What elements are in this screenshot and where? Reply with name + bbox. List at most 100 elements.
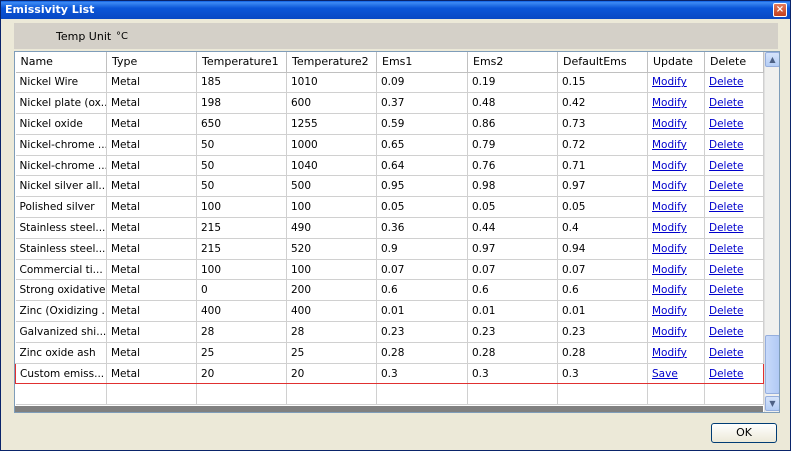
- modify-link[interactable]: Modify: [647, 155, 705, 177]
- cell-name: Galvanized shi...: [15, 321, 107, 343]
- scroll-up-button[interactable]: ▲: [765, 52, 779, 67]
- column-header-update[interactable]: Update: [647, 52, 705, 73]
- cell-type: Metal: [106, 113, 197, 135]
- window-title: Emissivity List: [5, 3, 95, 16]
- empty-cell: [376, 383, 468, 406]
- emissivity-list-window: Emissivity List × Temp Unit °C Name Type T…: [0, 0, 791, 451]
- table-row[interactable]: Custom emiss... Metal 20 20 0.3 0.3 0.3 Save Del…: [15, 362, 764, 385]
- column-header-defaultems[interactable]: DefaultEms: [557, 52, 648, 73]
- cell-temperature1: 198: [196, 92, 287, 115]
- modify-link[interactable]: Modify: [647, 279, 705, 302]
- cell-defaultems: 0.42: [557, 92, 648, 115]
- cell-temperature1: 400: [196, 300, 287, 323]
- cell-name: Nickel-chrome ...: [15, 134, 107, 156]
- table-row[interactable]: Nickel oxide Metal 650 1255 0.59 0.86 0.73 Modi…: [15, 113, 764, 135]
- table-row[interactable]: Nickel-chrome ... Metal 50 1000 0.65 0.79 0.72…: [15, 134, 764, 156]
- cell-ems2: 0.3: [467, 362, 558, 385]
- close-button[interactable]: ×: [773, 3, 787, 17]
- cell-ems2: 0.98: [467, 175, 558, 198]
- modify-link[interactable]: Modify: [647, 113, 705, 135]
- cell-name: Stainless steel...: [15, 238, 107, 260]
- cell-ems1: 0.6: [376, 279, 468, 302]
- cell-temperature1: 100: [196, 196, 287, 219]
- close-icon: ×: [775, 4, 785, 15]
- cell-temperature2: 20: [286, 362, 377, 385]
- table-row[interactable]: Nickel-chrome ... Metal 50 1040 0.64 0.76 0.71…: [15, 155, 764, 177]
- table-row[interactable]: Stainless steel... Metal 215 490 0.36 0.44 0.4…: [15, 217, 764, 239]
- delete-link[interactable]: Delete: [704, 321, 764, 343]
- delete-link[interactable]: Delete: [704, 238, 764, 260]
- table-row[interactable]: Nickel Wire Metal 185 1010 0.09 0.19 0.15 Modif…: [15, 72, 764, 94]
- table-header: Name Type Temperature1 Temperature2 Ems1 Ems2…: [15, 52, 764, 73]
- table-row[interactable]: Nickel plate (ox... Metal 198 600 0.37 0.48 0.…: [15, 92, 764, 115]
- table-row[interactable]: Zinc oxide ash Metal 25 25 0.28 0.28 0.28 Modif…: [15, 342, 764, 364]
- cell-temperature1: 28: [196, 321, 287, 343]
- cell-temperature2: 600: [286, 92, 377, 115]
- column-header-delete[interactable]: Delete: [704, 52, 764, 73]
- column-header-ems1[interactable]: Ems1: [376, 52, 468, 73]
- delete-link[interactable]: Delete: [704, 92, 764, 115]
- empty-cell: [196, 383, 287, 406]
- modify-link[interactable]: Modify: [647, 92, 705, 115]
- delete-link[interactable]: Delete: [704, 175, 764, 198]
- cell-type: Metal: [106, 279, 197, 302]
- delete-link[interactable]: Delete: [704, 217, 764, 239]
- cell-name: Nickel-chrome ...: [15, 155, 107, 177]
- table-row[interactable]: Nickel silver all... Metal 50 500 0.95 0.98 0.…: [15, 175, 764, 198]
- delete-link[interactable]: Delete: [704, 279, 764, 302]
- cell-defaultems: 0.05: [557, 196, 648, 219]
- cell-name: Custom emiss...: [15, 362, 107, 385]
- delete-link[interactable]: Delete: [704, 196, 764, 219]
- emissivity-table: Name Type Temperature1 Temperature2 Ems1 Ems2…: [15, 52, 764, 406]
- modify-link[interactable]: Modify: [647, 342, 705, 364]
- modify-link[interactable]: Modify: [647, 238, 705, 260]
- delete-link[interactable]: Delete: [704, 155, 764, 177]
- modify-link[interactable]: Modify: [647, 175, 705, 198]
- modify-link[interactable]: Modify: [647, 259, 705, 281]
- cell-temperature1: 0: [196, 279, 287, 302]
- save-link[interactable]: Save: [647, 362, 705, 385]
- modify-link[interactable]: Modify: [647, 134, 705, 156]
- modify-link[interactable]: Modify: [647, 300, 705, 323]
- ok-button[interactable]: OK: [711, 423, 777, 443]
- cell-ems1: 0.9: [376, 238, 468, 260]
- delete-link[interactable]: Delete: [704, 134, 764, 156]
- cell-ems2: 0.44: [467, 217, 558, 239]
- cell-type: Metal: [106, 217, 197, 239]
- table-body: Nickel Wire Metal 185 1010 0.09 0.19 0.15 Modif…: [15, 72, 764, 406]
- cell-name: Commercial ti...: [15, 259, 107, 281]
- cell-temperature1: 100: [196, 259, 287, 281]
- delete-link[interactable]: Delete: [704, 300, 764, 323]
- cell-type: Metal: [106, 362, 197, 385]
- delete-link[interactable]: Delete: [704, 342, 764, 364]
- column-header-ems2[interactable]: Ems2: [467, 52, 558, 73]
- modify-link[interactable]: Modify: [647, 217, 705, 239]
- scroll-thumb[interactable]: [765, 335, 779, 394]
- vertical-scrollbar[interactable]: ▲ ▼: [764, 52, 779, 412]
- cell-temperature2: 1255: [286, 113, 377, 135]
- column-header-name[interactable]: Name: [15, 52, 107, 73]
- delete-link[interactable]: Delete: [704, 259, 764, 281]
- modify-link[interactable]: Modify: [647, 196, 705, 219]
- delete-link[interactable]: Delete: [704, 362, 764, 385]
- table-row[interactable]: Galvanized shi... Metal 28 28 0.23 0.23 0.23 Mo…: [15, 321, 764, 343]
- cell-name: Stainless steel...: [15, 217, 107, 239]
- table-row[interactable]: Zinc (Oxidizing ... Metal 400 400 0.01 0.01 0.…: [15, 300, 764, 323]
- scroll-down-button[interactable]: ▼: [765, 396, 779, 411]
- delete-link[interactable]: Delete: [704, 113, 764, 135]
- column-header-temperature1[interactable]: Temperature1: [196, 52, 287, 73]
- modify-link[interactable]: Modify: [647, 321, 705, 343]
- table-row[interactable]: Polished silver Metal 100 100 0.05 0.05 0.05 Mo…: [15, 196, 764, 219]
- table-row[interactable]: Commercial ti... Metal 100 100 0.07 0.07 0.07 M…: [15, 259, 764, 281]
- cell-ems1: 0.09: [376, 72, 468, 94]
- cell-ems1: 0.95: [376, 175, 468, 198]
- table-row[interactable]: Stainless steel... Metal 215 520 0.9 0.97 0.94…: [15, 238, 764, 260]
- modify-link[interactable]: Modify: [647, 72, 705, 94]
- column-header-temperature2[interactable]: Temperature2: [286, 52, 377, 73]
- horizontal-scroll-track[interactable]: [15, 406, 763, 412]
- table-row[interactable]: Strong oxidative Metal 0 200 0.6 0.6 0.6 Modify…: [15, 279, 764, 302]
- delete-link[interactable]: Delete: [704, 72, 764, 94]
- empty-cell: [704, 383, 764, 406]
- cell-ems2: 0.76: [467, 155, 558, 177]
- column-header-type[interactable]: Type: [106, 52, 197, 73]
